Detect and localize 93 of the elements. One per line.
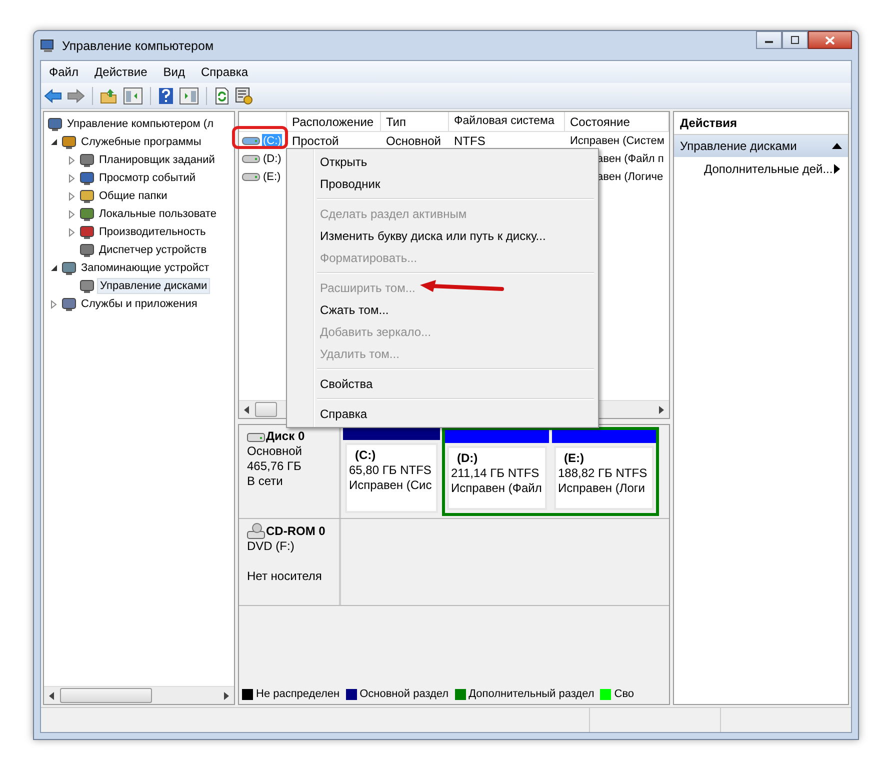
tree-item-icon xyxy=(61,260,77,276)
scroll-left-icon[interactable] xyxy=(244,406,250,414)
collapsed-arrow-icon[interactable] xyxy=(68,174,76,182)
properties-icon[interactable] xyxy=(235,86,253,104)
scroll-thumb[interactable] xyxy=(60,688,152,703)
menu-item[interactable]: Действие xyxy=(86,65,156,79)
back-icon[interactable] xyxy=(44,88,62,104)
tree-item-icon xyxy=(79,278,95,294)
legend-label: Дополнительный раздел xyxy=(468,688,594,700)
volume-name[interactable]: (D:) xyxy=(262,152,282,166)
action-pane-icon[interactable] xyxy=(179,86,199,104)
cd-drive-icon xyxy=(247,523,265,539)
close-button[interactable] xyxy=(808,31,852,49)
drive-icon xyxy=(242,136,260,146)
expanded-arrow-icon[interactable] xyxy=(50,138,58,146)
legend-label: Сво xyxy=(614,688,634,700)
collapse-arrow-icon[interactable] xyxy=(832,143,842,149)
collapsed-arrow-icon[interactable] xyxy=(68,156,76,164)
legend-label: Основной раздел xyxy=(360,688,449,700)
tree-item-icon xyxy=(61,134,77,150)
action-item[interactable]: Дополнительные дей... xyxy=(674,157,848,181)
context-menu-item[interactable]: Свойства xyxy=(289,373,596,395)
context-menu-item[interactable]: Справка xyxy=(289,403,596,425)
tree-item[interactable]: Управление дисками xyxy=(97,278,210,294)
collapsed-arrow-icon[interactable] xyxy=(68,228,76,236)
minimize-button[interactable] xyxy=(756,31,782,49)
collapsed-arrow-icon[interactable] xyxy=(68,192,76,200)
actions-section[interactable]: Управление дисками xyxy=(674,135,848,157)
column-header[interactable]: Тип xyxy=(381,112,449,131)
collapsed-arrow-icon[interactable] xyxy=(50,300,58,308)
folder-up-icon[interactable] xyxy=(100,88,118,104)
tree-item-icon xyxy=(61,296,77,312)
scroll-thumb[interactable] xyxy=(255,402,277,417)
tree-item[interactable]: Управление компьютером (л xyxy=(65,117,216,131)
disk-name: CD-ROM 0 xyxy=(266,524,326,538)
table-cell-text: NTFS xyxy=(453,134,486,148)
submenu-arrow-icon xyxy=(834,164,840,174)
table-cell-text: Простой xyxy=(291,134,340,148)
menu-item[interactable]: Справка xyxy=(193,65,256,79)
scroll-right-icon[interactable] xyxy=(223,692,229,700)
scroll-right-icon[interactable] xyxy=(658,406,664,414)
tree-item-icon xyxy=(79,206,95,222)
highlight-annotation xyxy=(232,126,288,149)
drive-icon xyxy=(242,154,260,164)
tree-item-icon xyxy=(47,116,63,132)
window-title: Управление компьютером xyxy=(62,38,214,52)
tree-item[interactable]: Локальные пользовате xyxy=(97,207,218,221)
tree-item[interactable]: Просмотр событий xyxy=(97,171,198,185)
disk-detail: DVD (F:) xyxy=(247,539,296,554)
disk-detail: В сети xyxy=(247,474,284,489)
legend-label: Не распределен xyxy=(256,688,340,700)
horizontal-scrollbar[interactable] xyxy=(44,686,234,704)
menu-item[interactable]: Файл xyxy=(41,65,87,79)
tree-item-icon xyxy=(79,188,95,204)
expanded-arrow-icon[interactable] xyxy=(50,264,58,272)
tree-item[interactable]: Производительность xyxy=(97,225,208,239)
disk-detail: Основной xyxy=(247,444,304,459)
scroll-left-icon[interactable] xyxy=(49,692,55,700)
tree-item[interactable]: Общие папки xyxy=(97,189,170,203)
table-cell-text: Исправен (Систем xyxy=(569,135,666,147)
drive-icon xyxy=(242,172,260,182)
help-icon[interactable] xyxy=(158,86,174,104)
disk-detail: Нет носителя xyxy=(247,569,323,584)
tree-item-icon xyxy=(79,224,95,240)
collapsed-arrow-icon[interactable] xyxy=(68,210,76,218)
tree-item[interactable]: Запоминающие устройст xyxy=(79,261,212,275)
context-menu-item[interactable]: Открыть xyxy=(289,151,596,173)
disk-detail: 465,76 ГБ xyxy=(247,459,302,474)
tree-item-icon xyxy=(79,242,95,258)
maximize-button[interactable] xyxy=(782,31,808,49)
tree-item[interactable]: Служебные программы xyxy=(79,135,204,149)
column-header[interactable]: Файловая система xyxy=(449,112,565,131)
tree-item-icon xyxy=(79,152,95,168)
tree-item-icon xyxy=(79,170,95,186)
table-cell-text: Основной xyxy=(385,134,442,148)
close-icon xyxy=(825,36,835,44)
column-header[interactable]: Состояние xyxy=(565,112,669,131)
context-menu-item[interactable]: Сжать том... xyxy=(289,299,596,321)
tree-item[interactable]: Диспетчер устройств xyxy=(97,243,209,257)
tree-item[interactable]: Службы и приложения xyxy=(79,297,200,311)
menu-item[interactable]: Вид xyxy=(155,65,193,79)
forward-icon[interactable] xyxy=(67,88,85,104)
tree-item[interactable]: Планировщик заданий xyxy=(97,153,217,167)
context-menu-item[interactable]: Изменить букву диска или путь к диску... xyxy=(289,225,596,247)
refresh-icon[interactable] xyxy=(214,86,230,104)
disk-name: Диск 0 xyxy=(266,429,305,444)
console-tree-icon[interactable] xyxy=(123,86,143,104)
maximize-icon xyxy=(790,36,800,44)
column-header[interactable]: Расположение xyxy=(287,112,381,131)
computer-icon xyxy=(40,38,56,54)
volume-name[interactable]: (E:) xyxy=(262,170,282,184)
context-menu-item[interactable]: Проводник xyxy=(289,173,596,195)
hard-drive-icon xyxy=(247,430,265,442)
